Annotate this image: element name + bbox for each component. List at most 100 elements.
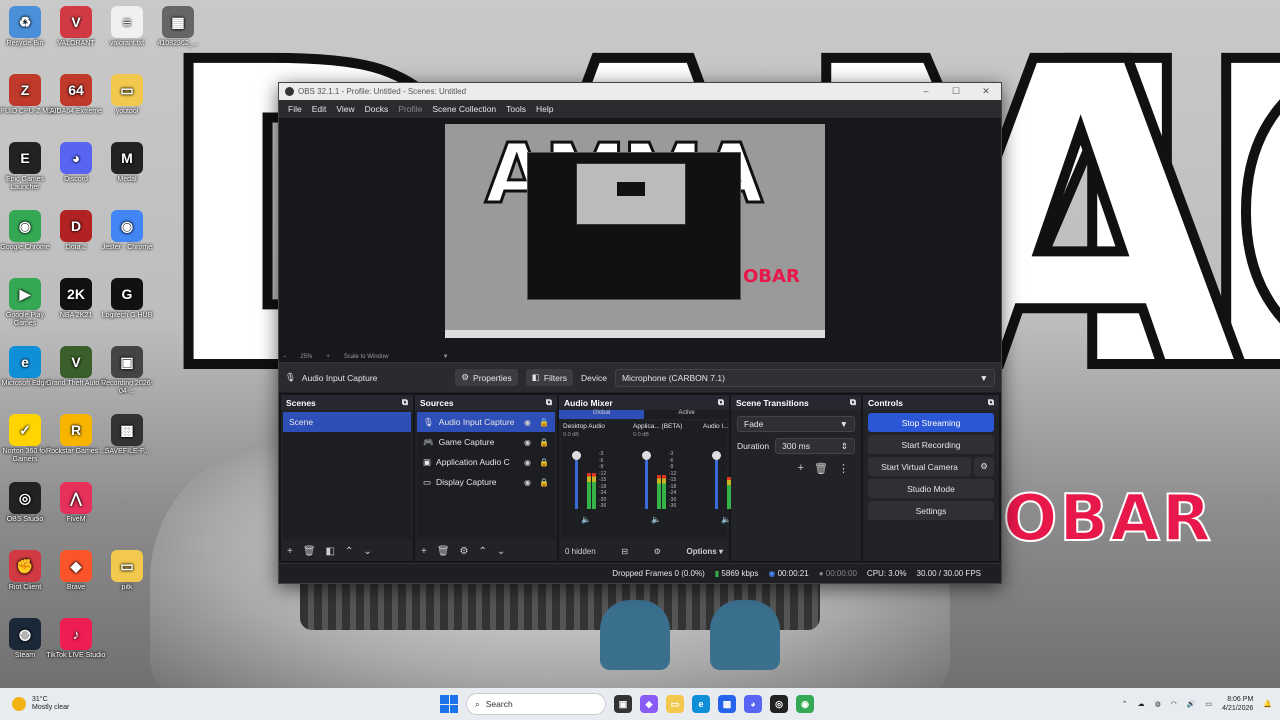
desktop-icon[interactable]: G Logitech G HUB xyxy=(96,278,158,320)
task-view-icon[interactable]: ▣ xyxy=(614,695,632,713)
volume-slider[interactable] xyxy=(712,451,721,509)
lock-icon[interactable]: 🔒 xyxy=(539,438,549,447)
steam-tray-icon[interactable]: ◍ xyxy=(1155,700,1161,708)
popout-icon[interactable]: ⧉ xyxy=(546,397,552,408)
source-item[interactable]: 🎮 Game Capture ◉ 🔒 xyxy=(417,432,555,452)
lock-icon[interactable]: 🔒 xyxy=(539,458,549,467)
obs-icon[interactable]: ◎ xyxy=(770,695,788,713)
eye-icon[interactable]: ◉ xyxy=(524,478,531,487)
lock-icon[interactable]: 🔒 xyxy=(539,478,549,487)
desktop-icon[interactable]: ♪ TikTok LIVE Studio xyxy=(45,618,107,660)
move-up-icon[interactable]: ⌃ xyxy=(479,546,487,557)
settings-button[interactable]: Settings xyxy=(868,501,994,520)
trash-icon[interactable]: 🗑 xyxy=(437,546,450,557)
menu-docks[interactable]: Docks xyxy=(360,104,394,114)
move-down-icon[interactable]: ⌄ xyxy=(363,546,371,557)
windows-start-icon[interactable] xyxy=(440,695,458,713)
menu-file[interactable]: File xyxy=(283,104,307,114)
more-icon[interactable]: ⋮ xyxy=(838,462,849,475)
desktop-icon[interactable]: ◉ Jester - Chrome xyxy=(96,210,158,252)
desktop-icon[interactable]: M Medal xyxy=(96,142,158,184)
options-button[interactable]: Options ▾ xyxy=(687,547,723,556)
scene-item[interactable]: Scene xyxy=(283,412,411,432)
volume-slider-handle[interactable] xyxy=(712,451,721,460)
volume-slider-handle[interactable] xyxy=(572,451,581,460)
weather-widget[interactable]: 31°C Mostly clear xyxy=(0,696,69,712)
desktop-icon[interactable]: ▦ 41082362_... xyxy=(147,6,209,48)
transition-select[interactable]: Fade ▼ xyxy=(737,416,855,432)
preview-canvas[interactable]: AMMA OBAR xyxy=(445,124,825,338)
menu-help[interactable]: Help xyxy=(531,104,558,114)
move-up-icon[interactable]: ⌃ xyxy=(345,546,353,557)
file-explorer-icon[interactable]: ▭ xyxy=(666,695,684,713)
menu-edit[interactable]: Edit xyxy=(307,104,332,114)
clock[interactable]: 8:06 PM 4/21/2026 xyxy=(1222,695,1253,713)
zoom-out-icon[interactable]: – xyxy=(283,354,286,360)
layout-icon[interactable]: ⊟ xyxy=(621,547,628,556)
properties-button[interactable]: ⚙ Properties xyxy=(455,369,518,386)
mixer-tab-active[interactable]: Active xyxy=(644,410,729,419)
duration-input[interactable]: 300 ms ⇕ xyxy=(775,438,855,454)
chevron-down-icon[interactable]: ▼ xyxy=(443,354,449,360)
channel-name[interactable]: Desktop Audio xyxy=(563,423,629,430)
chrome-icon[interactable]: ◉ xyxy=(796,695,814,713)
add-icon[interactable]: + xyxy=(798,462,804,475)
minimize-icon[interactable]: – xyxy=(911,86,941,97)
speaker-icon[interactable]: 🔈 xyxy=(651,515,661,524)
desktop-icon[interactable]: ▭ pitk xyxy=(96,550,158,592)
speaker-icon[interactable]: 🔈 xyxy=(581,515,591,524)
gear-icon[interactable]: ⚙ xyxy=(654,547,661,556)
filter-icon[interactable]: ◧ xyxy=(326,546,335,557)
start-virtual-camera-button[interactable]: Start Virtual Camera xyxy=(868,457,971,476)
speaker-icon[interactable]: 🔊 xyxy=(1187,700,1196,708)
add-icon[interactable]: + xyxy=(421,546,427,557)
discord-icon[interactable]: ◕ xyxy=(744,695,762,713)
volume-slider[interactable] xyxy=(572,451,581,509)
add-icon[interactable]: + xyxy=(287,546,293,557)
stop-streaming-button[interactable]: Stop Streaming xyxy=(868,413,994,432)
eye-icon[interactable]: ◉ xyxy=(524,418,531,427)
zoom-in-icon[interactable]: + xyxy=(326,354,330,360)
popout-icon[interactable]: ⧉ xyxy=(718,397,724,408)
desktop-icon[interactable]: ▭ youtool xyxy=(96,74,158,116)
eye-icon[interactable]: ◉ xyxy=(524,458,531,467)
copilot-icon[interactable]: ◆ xyxy=(640,695,658,713)
mixer-tab-global[interactable]: Global xyxy=(559,410,644,419)
channel-name[interactable]: Applica... (BETA) xyxy=(633,423,699,430)
studio-mode-button[interactable]: Studio Mode xyxy=(868,479,994,498)
chevron-up-icon[interactable]: ⌃ xyxy=(1122,700,1128,708)
start-recording-button[interactable]: Start Recording xyxy=(868,435,994,454)
popout-icon[interactable]: ⧉ xyxy=(402,397,408,408)
speaker-icon[interactable]: 🔈 xyxy=(721,515,731,524)
cloud-icon[interactable]: ☁ xyxy=(1138,700,1145,708)
desktop-icon[interactable]: ▣ Recording 2026-04-... xyxy=(96,346,158,396)
wifi-icon[interactable]: ◠ xyxy=(1171,700,1177,708)
menu-tools[interactable]: Tools xyxy=(501,104,531,114)
menu-view[interactable]: View xyxy=(331,104,359,114)
move-down-icon[interactable]: ⌄ xyxy=(497,546,505,557)
preview-area[interactable]: AMMA OBAR – 25% + Scale to Window ▼ xyxy=(279,118,1001,362)
scale-mode[interactable]: Scale to Window xyxy=(344,354,389,360)
stepper-icon[interactable]: ⇕ xyxy=(841,441,848,452)
bell-icon[interactable]: 🔔 xyxy=(1263,700,1272,708)
desktop-icon[interactable]: ▩ SAVEFILE-F... xyxy=(96,414,158,456)
virtual-camera-settings-icon[interactable]: ⚙ xyxy=(974,457,994,476)
desktop-icon[interactable]: ▶ Google Play Games xyxy=(0,278,56,328)
device-select[interactable]: Microphone (CARBON 7.1) ▼ xyxy=(614,368,995,387)
popout-icon[interactable]: ⧉ xyxy=(988,397,994,408)
maximize-icon[interactable]: ☐ xyxy=(941,86,971,97)
battery-icon[interactable]: ▭ xyxy=(1206,700,1213,708)
menu-scene-collection[interactable]: Scene Collection xyxy=(427,104,501,114)
edge-icon[interactable]: e xyxy=(692,695,710,713)
volume-slider-handle[interactable] xyxy=(642,451,651,460)
source-item[interactable]: ▣ Application Audio C ◉ 🔒 xyxy=(417,452,555,472)
menu-profile[interactable]: Profile xyxy=(393,104,427,114)
obs-titlebar[interactable]: OBS 32.1.1 - Profile: Untitled - Scenes:… xyxy=(279,83,1001,100)
hidden-count[interactable]: 0 hidden xyxy=(565,547,596,556)
filters-button[interactable]: ◧ Filters xyxy=(525,369,573,386)
close-icon[interactable]: ✕ xyxy=(971,86,1001,97)
lock-icon[interactable]: 🔒 xyxy=(539,418,549,427)
popout-icon[interactable]: ⧉ xyxy=(850,397,856,408)
gear-icon[interactable]: ⚙ xyxy=(460,546,469,557)
trash-icon[interactable]: 🗑 xyxy=(814,462,828,475)
